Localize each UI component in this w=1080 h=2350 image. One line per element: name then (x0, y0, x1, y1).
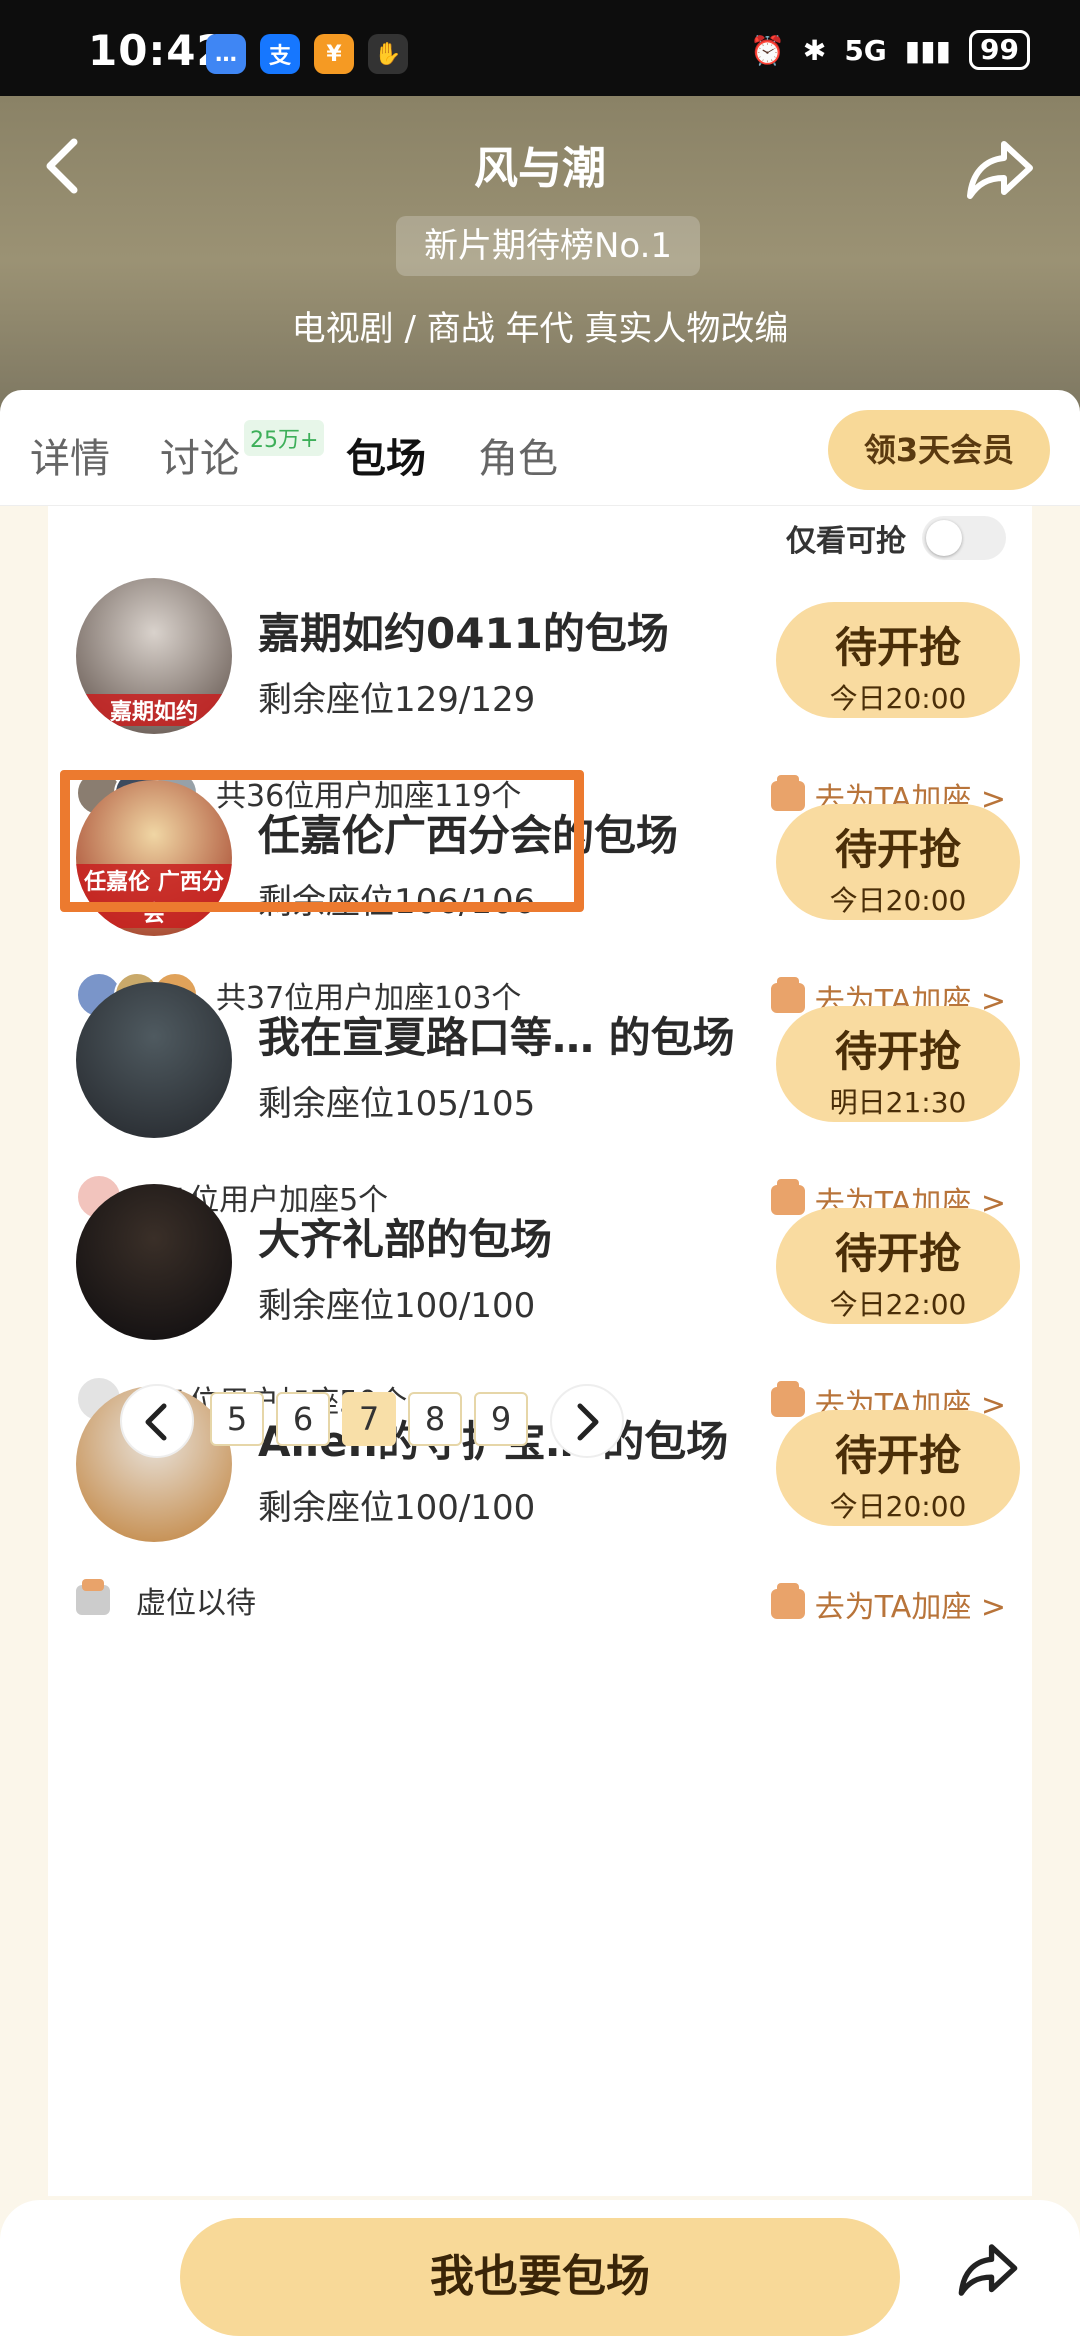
share-icon (967, 141, 1033, 199)
tab-details[interactable]: 详情 (30, 426, 110, 484)
highlight-annotation (60, 770, 584, 912)
remaining-seats: 剩余座位100/100 (258, 1286, 536, 1326)
bottom-share-button[interactable] (956, 2238, 1036, 2318)
chevron-right-icon (577, 1403, 599, 1441)
grab-button-label: 待开抢 (834, 1229, 961, 1278)
add-seat-label: 去为TA加座 > (814, 1590, 1006, 1625)
remaining-seats: 剩余座位129/129 (258, 680, 536, 720)
seat-icon (770, 1583, 805, 1619)
rank-badge[interactable]: 新片期待榜No.1 (396, 216, 700, 276)
joined-users: 虚位以待 (76, 1578, 256, 1622)
grab-button-label: 待开抢 (834, 1027, 961, 1076)
message-icon: … (206, 34, 246, 74)
grab-open-time: 今日20:00 (829, 682, 967, 715)
claim-vip-button[interactable]: 领3天会员 (828, 410, 1050, 490)
book-screening-button[interactable]: 我也要包场 (180, 2218, 900, 2336)
grab-seat-button[interactable]: 待开抢 今日20:00 (776, 804, 1020, 920)
page-number-9[interactable]: 9 (474, 1392, 528, 1446)
page-number-7[interactable]: 7 (342, 1392, 396, 1446)
status-app-icons: … 支 ¥ ✋ (206, 34, 408, 74)
prev-page-button[interactable] (120, 1384, 194, 1458)
network-label: 5G (844, 33, 887, 67)
grab-seat-button[interactable]: 待开抢 今日20:00 (776, 602, 1020, 718)
share-button[interactable] (964, 134, 1044, 214)
add-seat-link[interactable]: 去为TA加座 > (770, 1582, 1006, 1626)
grab-open-time: 明日21:30 (829, 1086, 967, 1119)
bottom-action-bar: 我也要包场 (0, 2200, 1080, 2350)
seat-icon (76, 1579, 110, 1615)
share-icon (958, 2244, 1018, 2296)
discussion-count-badge: 25万+ (244, 420, 325, 456)
screening-item[interactable]: Allen的守护宝… 的包场 剩余座位100/100 待开抢 今日20:00 虚… (48, 1324, 1032, 1626)
grab-open-time: 今日22:00 (829, 1288, 967, 1321)
joined-users-text: 虚位以待 (136, 1586, 256, 1621)
page-number-8[interactable]: 8 (408, 1392, 462, 1446)
screening-title[interactable]: 嘉期如约0411的包场 (258, 600, 669, 661)
alipay-icon: 支 (260, 34, 300, 74)
alarm-icon: ⏰ (749, 33, 785, 67)
hand-icon: ✋ (368, 34, 408, 74)
battery-level: 99 (969, 30, 1030, 70)
grab-seat-button[interactable]: 待开抢 明日21:30 (776, 1006, 1020, 1122)
page-number-5[interactable]: 5 (210, 1392, 264, 1446)
pay-icon: ¥ (314, 34, 354, 74)
next-page-button[interactable] (550, 1384, 624, 1458)
screening-avatar[interactable]: 嘉期如约 (76, 578, 232, 734)
tab-bar: 详情 讨论 25万+ 包场 角色 领3天会员 (0, 390, 1080, 506)
status-indicators: ⏰ ✱ 5G ▮▮▮ 99 (750, 30, 1030, 70)
grab-open-time: 今日20:00 (829, 1490, 967, 1523)
screening-avatar[interactable] (76, 982, 232, 1138)
screening-list-card: 仅看可抢 嘉期如约 嘉期如约0411的包场 剩余座位129/129 待开抢 今日… (48, 506, 1032, 2196)
tab-roles[interactable]: 角色 (478, 426, 558, 484)
pagination: 56789 (48, 1380, 1032, 1460)
chevron-left-icon (145, 1403, 167, 1441)
screening-title[interactable]: 大齐礼部的包场 (258, 1206, 552, 1267)
signal-icon: ▮▮▮ (904, 33, 952, 67)
bluetooth-icon: ✱ (802, 33, 827, 67)
grab-button-label: 待开抢 (834, 825, 961, 874)
screening-title[interactable]: 我在宣夏路口等… 的包场 (258, 1004, 735, 1065)
grab-open-time: 今日20:00 (829, 884, 967, 917)
grab-seat-button[interactable]: 待开抢 今日22:00 (776, 1208, 1020, 1324)
remaining-seats: 剩余座位100/100 (258, 1488, 536, 1528)
status-bar: 10:42 … 支 ¥ ✋ ⏰ ✱ 5G ▮▮▮ 99 (0, 0, 1080, 96)
tab-booking[interactable]: 包场 (346, 426, 426, 484)
remaining-seats: 剩余座位105/105 (258, 1084, 536, 1124)
tab-discussion[interactable]: 讨论 (160, 426, 240, 484)
screening-avatar[interactable] (76, 1184, 232, 1340)
drama-header: 风与潮 新片期待榜No.1 电视剧 / 商战 年代 真实人物改编 (0, 96, 1080, 426)
genre-tags: 电视剧 / 商战 年代 真实人物改编 (291, 309, 789, 349)
page-number-6[interactable]: 6 (276, 1392, 330, 1446)
grab-button-label: 待开抢 (834, 623, 961, 672)
page-title: 风与潮 (474, 143, 606, 194)
